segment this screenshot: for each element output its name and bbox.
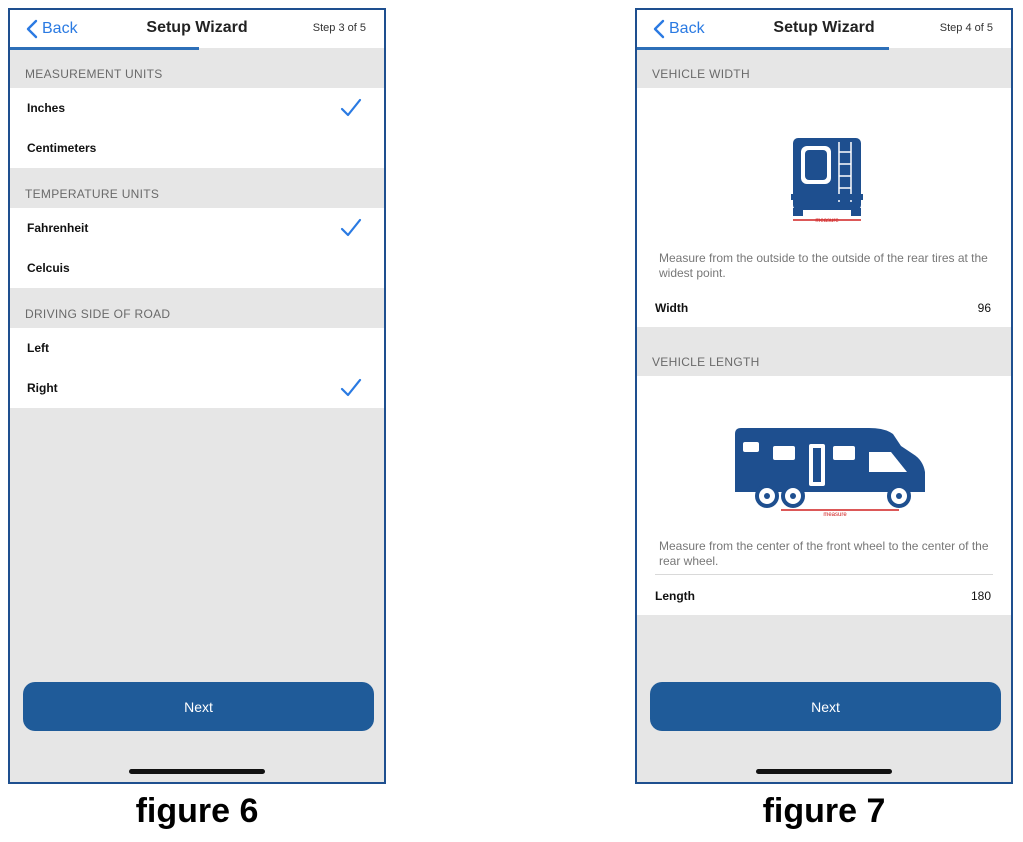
width-label: Width [655,301,689,315]
phone-screen-figure-7: Back Setup Wizard Step 4 of 5 VEHICLE WI… [635,8,1013,784]
option-label: Left [27,341,49,355]
step-indicator: Step 3 of 5 [312,22,366,34]
divider [655,574,993,575]
figure-caption-6: figure 6 [135,792,259,830]
checkmark-icon [340,218,362,237]
measurement-units-group: Inches Centimeters [10,88,384,168]
section-header-temperature-units: TEMPERATURE UNITS [25,187,160,201]
temperature-units-group: Fahrenheit Celcuis [10,208,384,288]
section-header-vehicle-width: VEHICLE WIDTH [652,67,750,81]
option-fahrenheit[interactable]: Fahrenheit [10,208,384,248]
width-row[interactable]: Width 96 [637,289,1011,327]
option-label: Centimeters [27,141,97,155]
option-right[interactable]: Right [10,368,384,408]
measure-tag: measure [815,218,839,224]
vehicle-width-card: measure Measure from the outside to the … [637,88,1011,327]
checkmark-icon [340,378,362,397]
length-description: Measure from the center of the front whe… [659,539,989,568]
next-button[interactable]: Next [23,682,374,731]
width-value: 96 [977,301,991,315]
option-label: Right [27,381,58,395]
nav-bar: Back Setup Wizard Step 4 of 5 [637,10,1011,48]
option-label: Inches [27,101,66,115]
driving-side-group: Left Right [10,328,384,408]
measure-tag: measure [823,512,847,518]
phone-screen-figure-6: Back Setup Wizard Step 3 of 5 MEASUREMEN… [8,8,386,784]
length-value: 180 [970,589,991,603]
rv-side-icon [735,428,925,511]
rv-rear-icon [791,138,863,221]
option-label: Celcuis [27,261,70,275]
section-header-vehicle-length: VEHICLE LENGTH [652,355,760,369]
width-description: Measure from the outside to the outside … [659,251,988,280]
option-celsius[interactable]: Celcuis [10,248,384,288]
option-label: Fahrenheit [27,221,89,235]
home-indicator [756,769,892,774]
nav-bar: Back Setup Wizard Step 3 of 5 [10,10,384,48]
option-centimeters[interactable]: Centimeters [10,128,384,168]
figure-caption-7: figure 7 [762,792,886,830]
option-inches[interactable]: Inches [10,88,384,128]
step-indicator: Step 4 of 5 [939,22,993,34]
checkmark-icon [340,98,362,117]
section-header-measurement-units: MEASUREMENT UNITS [25,67,163,81]
section-header-driving-side: DRIVING SIDE OF ROAD [25,307,171,321]
vehicle-length-card: measure Measure from the center of the f… [637,376,1011,615]
next-button[interactable]: Next [650,682,1001,731]
option-left[interactable]: Left [10,328,384,368]
length-label: Length [655,589,695,603]
home-indicator [129,769,265,774]
length-row[interactable]: Length 180 [637,577,1011,615]
